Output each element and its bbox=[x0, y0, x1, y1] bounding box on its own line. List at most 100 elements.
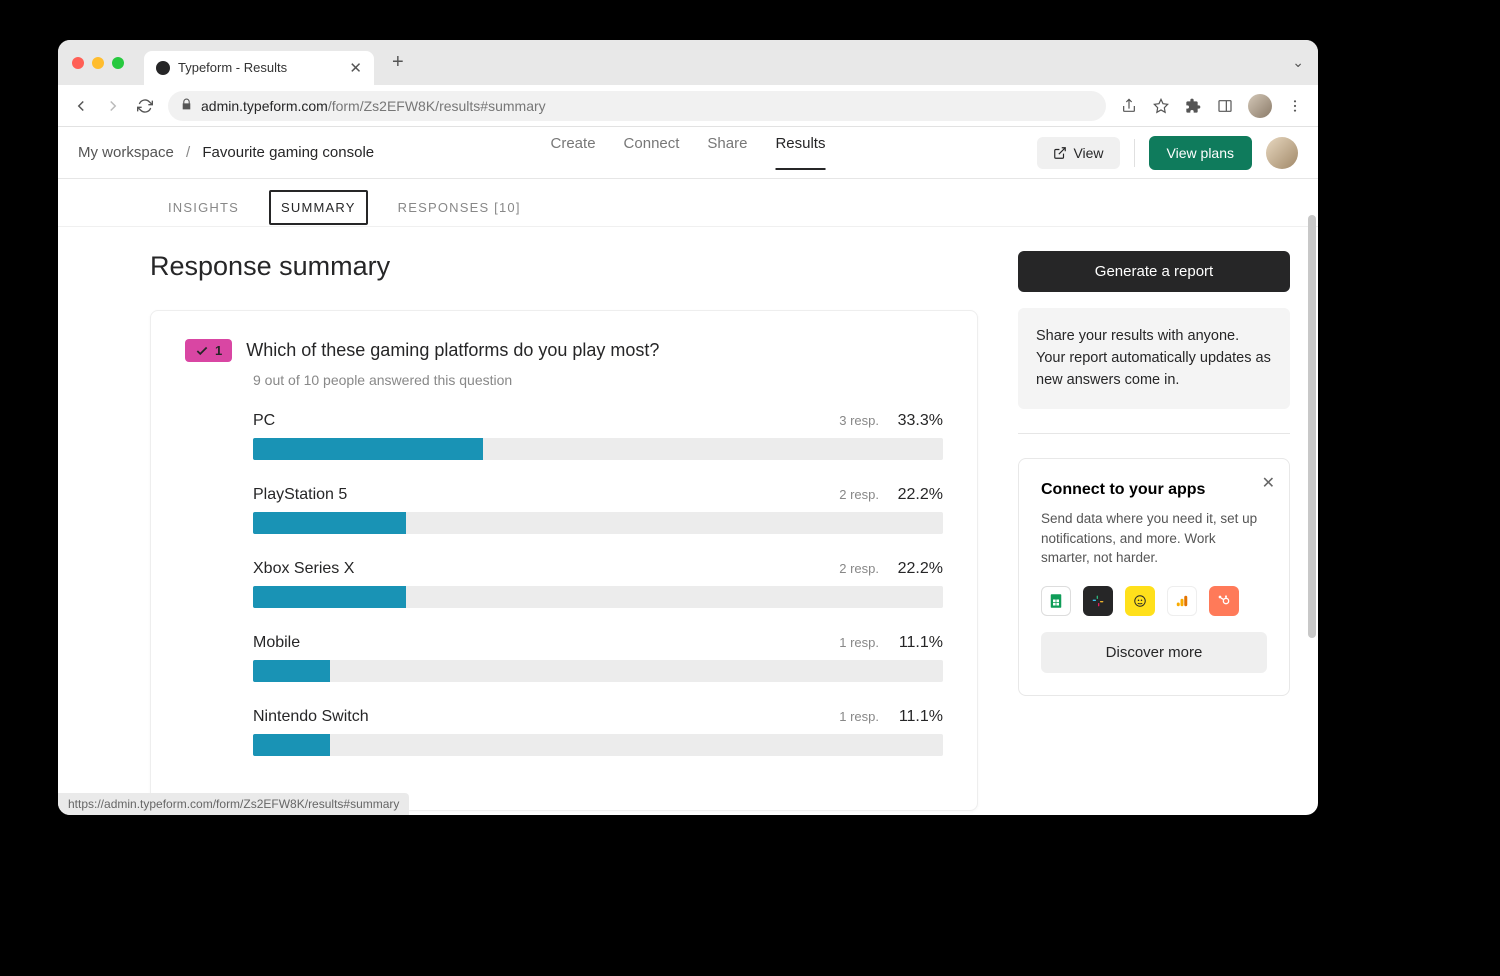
sidebar: Generate a report Share your results wit… bbox=[1018, 251, 1318, 815]
bar-track bbox=[253, 660, 943, 682]
main-column: Response summary 1 Which of these gaming… bbox=[58, 251, 1018, 815]
lock-icon bbox=[180, 98, 193, 114]
discover-more-button[interactable]: Discover more bbox=[1041, 632, 1267, 673]
results-tabs: INSIGHTS SUMMARY RESPONSES [10] bbox=[58, 179, 1318, 227]
bar-label: Mobile bbox=[253, 634, 300, 652]
url-path: /form/Zs2EFW8K/results#summary bbox=[328, 98, 546, 114]
view-button[interactable]: View bbox=[1037, 137, 1119, 169]
google-sheets-icon[interactable] bbox=[1041, 586, 1071, 616]
bar-label: PC bbox=[253, 412, 275, 430]
bar-response-count: 2 resp. bbox=[839, 487, 879, 502]
mailchimp-icon[interactable] bbox=[1125, 586, 1155, 616]
bar-percentage: 11.1% bbox=[893, 708, 943, 726]
share-info-box: Share your results with anyone. Your rep… bbox=[1018, 308, 1290, 409]
tab-summary[interactable]: SUMMARY bbox=[269, 190, 368, 225]
scrollbar-thumb[interactable] bbox=[1308, 215, 1316, 638]
page-title: Response summary bbox=[150, 251, 978, 282]
bookmark-star-icon[interactable] bbox=[1152, 97, 1170, 115]
app-header: My workspace / Favourite gaming console … bbox=[58, 127, 1318, 179]
close-icon[interactable]: ✕ bbox=[1262, 473, 1275, 493]
nav-results[interactable]: Results bbox=[775, 135, 825, 170]
bar-row: PC 3 resp. 33.3% bbox=[253, 412, 943, 460]
question-subtext: 9 out of 10 people answered this questio… bbox=[253, 372, 943, 388]
bar-fill bbox=[253, 512, 406, 534]
user-avatar[interactable] bbox=[1266, 137, 1298, 169]
url-host: admin.typeform.com bbox=[201, 98, 328, 114]
workspace-link[interactable]: My workspace bbox=[78, 144, 174, 161]
kebab-menu-icon[interactable] bbox=[1286, 97, 1304, 115]
bar-row: Nintendo Switch 1 resp. 11.1% bbox=[253, 708, 943, 756]
bar-response-count: 3 resp. bbox=[839, 413, 879, 428]
bar-track bbox=[253, 438, 943, 460]
bar-label: Xbox Series X bbox=[253, 560, 354, 578]
nav-create[interactable]: Create bbox=[551, 135, 596, 170]
tab-insights[interactable]: INSIGHTS bbox=[158, 192, 249, 223]
divider bbox=[1134, 139, 1135, 167]
maximize-window-button[interactable] bbox=[112, 57, 124, 69]
bar-fill bbox=[253, 660, 330, 682]
browser-toolbar: admin.typeform.com/form/Zs2EFW8K/results… bbox=[58, 85, 1318, 127]
bar-row: Xbox Series X 2 resp. 22.2% bbox=[253, 560, 943, 608]
tab-responses[interactable]: RESPONSES [10] bbox=[388, 192, 531, 223]
breadcrumb-separator: / bbox=[186, 144, 190, 161]
connect-apps-card: ✕ Connect to your apps Send data where y… bbox=[1018, 458, 1290, 696]
extensions-icon[interactable] bbox=[1184, 97, 1202, 115]
bar-percentage: 33.3% bbox=[893, 412, 943, 430]
chrome-profile-avatar[interactable] bbox=[1248, 94, 1272, 118]
address-bar[interactable]: admin.typeform.com/form/Zs2EFW8K/results… bbox=[168, 91, 1106, 121]
reload-button[interactable] bbox=[136, 97, 154, 115]
bar-response-count: 1 resp. bbox=[839, 635, 879, 650]
breadcrumb: My workspace / Favourite gaming console bbox=[78, 144, 374, 161]
slack-icon[interactable] bbox=[1083, 586, 1113, 616]
close-window-button[interactable] bbox=[72, 57, 84, 69]
nav-connect[interactable]: Connect bbox=[624, 135, 680, 170]
new-tab-button[interactable]: + bbox=[392, 51, 404, 74]
bar-row: PlayStation 5 2 resp. 22.2% bbox=[253, 486, 943, 534]
tab-favicon-icon bbox=[156, 61, 170, 75]
tab-bar: Typeform - Results ✕ + ⌄ bbox=[58, 40, 1318, 85]
hubspot-icon[interactable] bbox=[1209, 586, 1239, 616]
generate-report-button[interactable]: Generate a report bbox=[1018, 251, 1290, 292]
bar-percentage: 22.2% bbox=[893, 560, 943, 578]
tabs-dropdown-icon[interactable]: ⌄ bbox=[1292, 54, 1304, 71]
back-button[interactable] bbox=[72, 97, 90, 115]
question-badge: 1 bbox=[185, 339, 232, 362]
bar-percentage: 22.2% bbox=[893, 486, 943, 504]
question-card: 1 Which of these gaming platforms do you… bbox=[150, 310, 978, 811]
check-icon bbox=[195, 344, 209, 358]
scrollbar[interactable] bbox=[1308, 215, 1316, 803]
view-plans-button[interactable]: View plans bbox=[1149, 136, 1252, 170]
view-button-label: View bbox=[1073, 145, 1103, 161]
bar-response-count: 1 resp. bbox=[839, 709, 879, 724]
tab-title: Typeform - Results bbox=[178, 60, 341, 75]
external-link-icon bbox=[1053, 146, 1067, 160]
google-analytics-icon[interactable] bbox=[1167, 586, 1197, 616]
status-bar: https://admin.typeform.com/form/Zs2EFW8K… bbox=[58, 793, 409, 815]
browser-tab[interactable]: Typeform - Results ✕ bbox=[144, 51, 374, 85]
close-tab-icon[interactable]: ✕ bbox=[349, 59, 362, 77]
bar-label: Nintendo Switch bbox=[253, 708, 369, 726]
integration-icons bbox=[1041, 586, 1267, 616]
minimize-window-button[interactable] bbox=[92, 57, 104, 69]
share-icon[interactable] bbox=[1120, 97, 1138, 115]
browser-window: Typeform - Results ✕ + ⌄ admin.typeform.… bbox=[58, 40, 1318, 815]
sidebar-divider bbox=[1018, 433, 1290, 434]
bar-track bbox=[253, 586, 943, 608]
bar-response-count: 2 resp. bbox=[839, 561, 879, 576]
bar-fill bbox=[253, 438, 483, 460]
bar-percentage: 11.1% bbox=[893, 634, 943, 652]
connect-description: Send data where you need it, set up noti… bbox=[1041, 509, 1267, 568]
bar-fill bbox=[253, 734, 330, 756]
window-controls bbox=[72, 57, 124, 69]
bar-track bbox=[253, 512, 943, 534]
connect-title: Connect to your apps bbox=[1041, 481, 1267, 499]
panel-icon[interactable] bbox=[1216, 97, 1234, 115]
content-area: Response summary 1 Which of these gaming… bbox=[58, 227, 1318, 815]
form-name[interactable]: Favourite gaming console bbox=[202, 144, 374, 161]
nav-share[interactable]: Share bbox=[707, 135, 747, 170]
forward-button[interactable] bbox=[104, 97, 122, 115]
question-number: 1 bbox=[215, 343, 222, 358]
bar-label: PlayStation 5 bbox=[253, 486, 347, 504]
bar-track bbox=[253, 734, 943, 756]
header-nav: Create Connect Share Results bbox=[551, 135, 826, 170]
